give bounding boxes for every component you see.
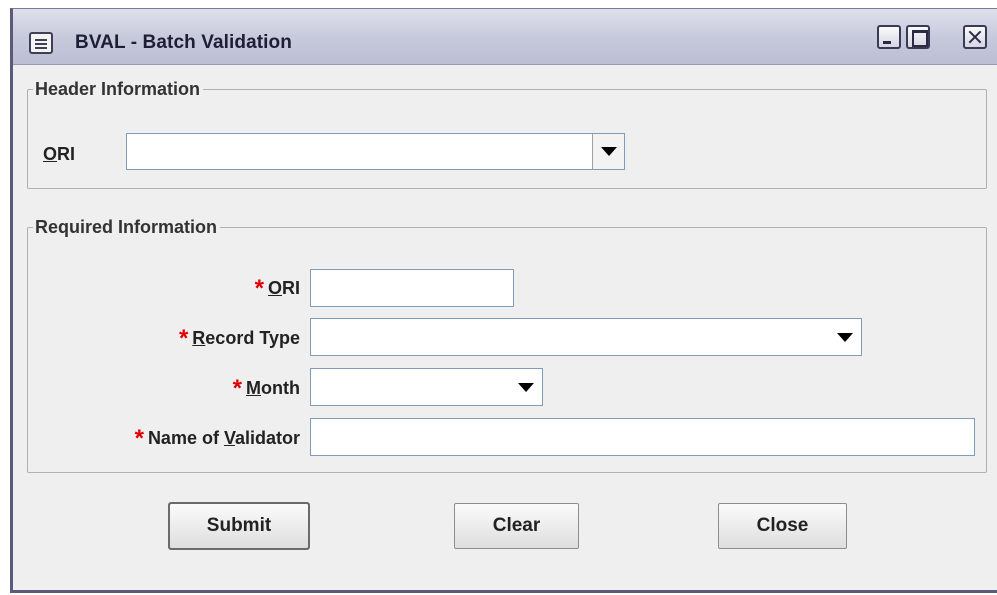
required-asterisk: * — [134, 425, 144, 452]
ori-label: * ORI — [254, 275, 300, 302]
record-type-combo[interactable] — [310, 318, 862, 356]
window-title: BVAL - Batch Validation — [75, 32, 292, 53]
header-information-legend: Header Information — [33, 79, 204, 99]
ori-input[interactable] — [310, 269, 514, 307]
title-bar[interactable]: BVAL - Batch Validation — [13, 9, 997, 65]
month-label: * Month — [232, 375, 300, 402]
clear-button[interactable]: Clear — [454, 503, 579, 549]
close-icon[interactable] — [963, 25, 987, 49]
required-information-legend: Required Information — [33, 217, 221, 237]
required-asterisk: * — [232, 375, 243, 402]
validator-label: * Name of Validator — [134, 425, 300, 452]
maximize-icon[interactable] — [906, 25, 930, 49]
required-information-group: Required Information * ORI * Record Type *… — [27, 217, 987, 473]
chevron-down-icon[interactable] — [592, 134, 624, 169]
record-type-label: * Record Type — [178, 325, 300, 352]
minimize-icon[interactable] — [877, 25, 901, 49]
chevron-down-icon[interactable] — [510, 369, 542, 405]
validator-input[interactable] — [310, 418, 975, 456]
submit-button[interactable]: Submit — [168, 502, 310, 550]
form-window-icon[interactable] — [29, 32, 53, 54]
header-ori-label: ORI — [43, 144, 76, 164]
chevron-down-icon[interactable] — [829, 319, 861, 355]
header-ori-combo[interactable] — [126, 133, 625, 170]
close-button[interactable]: Close — [718, 503, 847, 549]
bval-window: BVAL - Batch Validation Header Informati… — [10, 8, 997, 593]
month-combo[interactable] — [310, 368, 543, 406]
required-asterisk: * — [254, 275, 264, 302]
header-information-group: Header Information ORI — [27, 79, 987, 189]
required-asterisk: * — [178, 325, 189, 352]
